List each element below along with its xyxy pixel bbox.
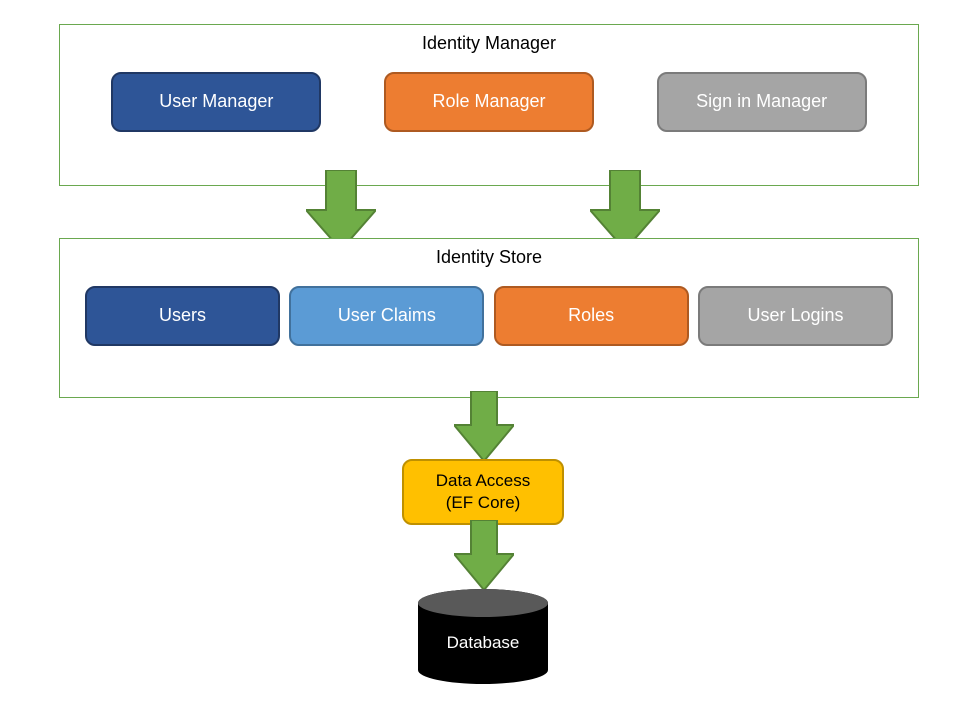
data-access-box: Data Access (EF Core) [402,459,564,525]
data-access-line1: Data Access [436,470,531,492]
identity-manager-section: Identity Manager User Manager Role Manag… [59,24,919,186]
sign-in-manager-box: Sign in Manager [657,72,867,132]
roles-box: Roles [494,286,689,346]
user-claims-box: User Claims [289,286,484,346]
user-manager-box: User Manager [111,72,321,132]
user-logins-box: User Logins [698,286,893,346]
users-box: Users [85,286,280,346]
role-manager-box: Role Manager [384,72,594,132]
identity-store-row: Users User Claims Roles User Logins [60,276,918,366]
identity-manager-title: Identity Manager [60,25,918,62]
identity-manager-row: User Manager Role Manager Sign in Manage… [60,62,918,152]
database-label: Database [418,633,548,653]
arrow-down-icon [454,391,514,461]
identity-store-title: Identity Store [60,239,918,276]
identity-store-section: Identity Store Users User Claims Roles U… [59,238,919,398]
arrow-down-icon [454,520,514,590]
database-cylinder: Database [418,589,548,684]
data-access-line2: (EF Core) [446,492,521,514]
